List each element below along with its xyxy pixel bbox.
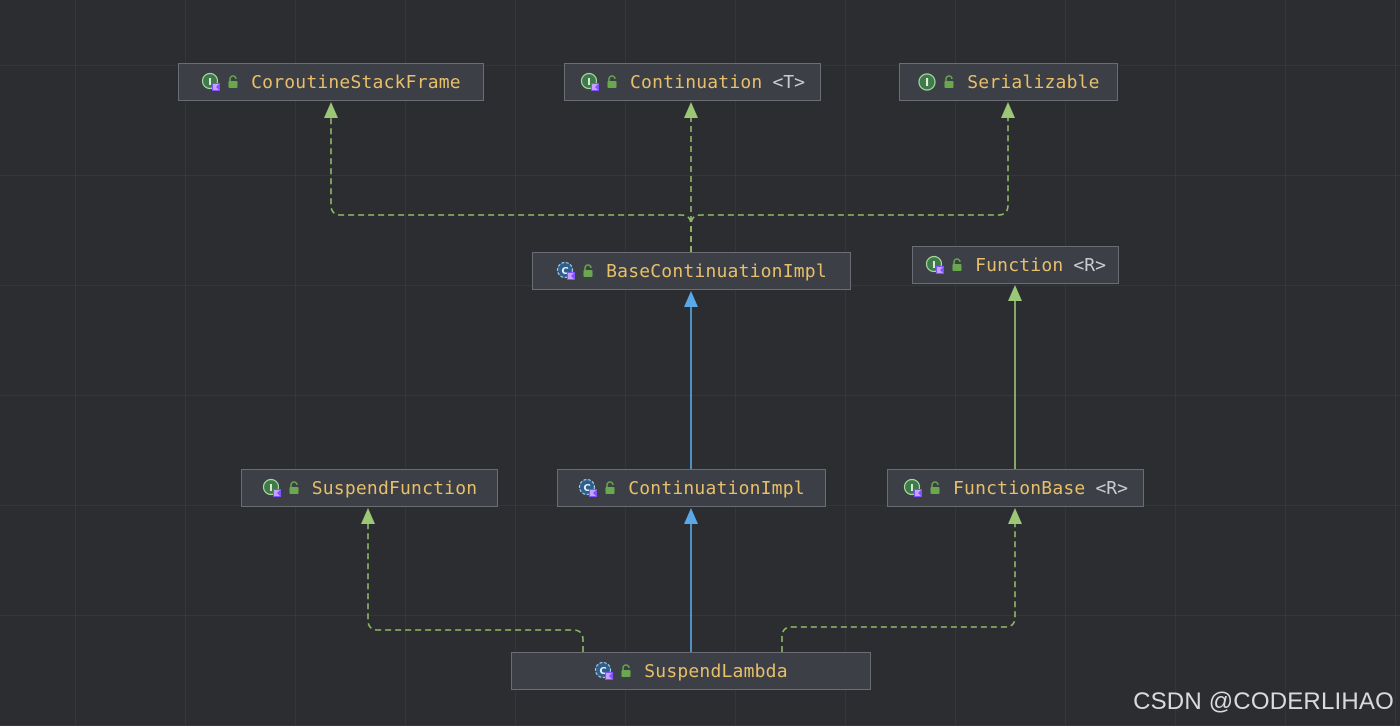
class-name: Function [975,254,1064,276]
type-parameter: <R> [1073,254,1106,276]
node-coroutine-stack-frame[interactable]: I CoroutineStackFrame [178,63,484,101]
public-lock-icon [289,481,299,494]
node-serializable[interactable]: I Serializable [899,63,1118,101]
edge-base-to-coroutine-stack-frame [330,112,692,252]
public-lock-icon [605,481,615,494]
svg-text:I: I [208,77,212,88]
edge-base-to-serializable [690,112,1009,252]
uml-diagram-canvas: I CoroutineStackFrame I Continuation <T>… [0,0,1400,726]
kotlin-interface-icon: I [580,72,600,91]
svg-text:I: I [910,483,914,494]
public-lock-icon [944,75,954,88]
class-name: SuspendFunction [311,477,478,499]
public-lock-icon [952,258,962,271]
node-suspend-lambda[interactable]: C SuspendLambda [511,652,871,690]
public-lock-icon [621,664,631,677]
edge-layer [324,102,1022,652]
edge-suspend-lambda-to-suspend-function [367,519,584,652]
class-name: SuspendLambda [644,660,788,682]
interface-icon: I [918,73,936,91]
public-lock-icon [228,75,238,88]
arrowhead-base-continuation-impl [684,291,698,307]
class-name: CoroutineStackFrame [251,71,461,93]
type-parameter: <T> [772,71,805,93]
public-lock-icon [607,75,617,88]
kotlin-interface-icon: I [262,478,281,497]
node-continuation[interactable]: I Continuation <T> [564,63,821,101]
class-name: BaseContinuationImpl [606,260,827,282]
kotlin-interface-icon: I [903,478,923,497]
class-name: Serializable [967,71,1100,93]
arrowhead-continuation-impl [684,508,698,524]
abstract-class-icon: C [557,261,576,280]
edge-suspend-lambda-to-function-base [781,519,1016,652]
abstract-class-icon: C [579,478,598,497]
kotlin-interface-icon: I [925,255,945,274]
class-name: FunctionBase [953,477,1086,499]
arrowhead-serializable [1001,102,1015,118]
kotlin-interface-icon: I [202,72,221,91]
svg-text:I: I [269,483,273,494]
arrowhead-function-base [1008,508,1022,524]
svg-text:I: I [925,76,929,89]
arrowhead-suspend-function [361,508,375,524]
svg-text:I: I [932,260,936,271]
node-function-base[interactable]: I FunctionBase <R> [887,469,1144,507]
class-name: ContinuationImpl [628,477,805,499]
arrowhead-coroutine-stack-frame [324,102,338,118]
class-name: Continuation [630,71,763,93]
svg-text:I: I [587,77,591,88]
node-continuation-impl[interactable]: C ContinuationImpl [557,469,826,507]
public-lock-icon [930,481,940,494]
type-parameter: <R> [1095,477,1128,499]
abstract-class-icon: C [595,661,614,680]
arrowhead-continuation [684,102,698,118]
public-lock-icon [583,264,593,277]
node-suspend-function[interactable]: I SuspendFunction [241,469,498,507]
node-base-continuation-impl[interactable]: C BaseContinuationImpl [532,252,851,290]
arrowhead-function [1008,285,1022,301]
watermark: CSDN @CODERLIHAO [1133,688,1394,715]
node-function[interactable]: I Function <R> [912,246,1119,284]
